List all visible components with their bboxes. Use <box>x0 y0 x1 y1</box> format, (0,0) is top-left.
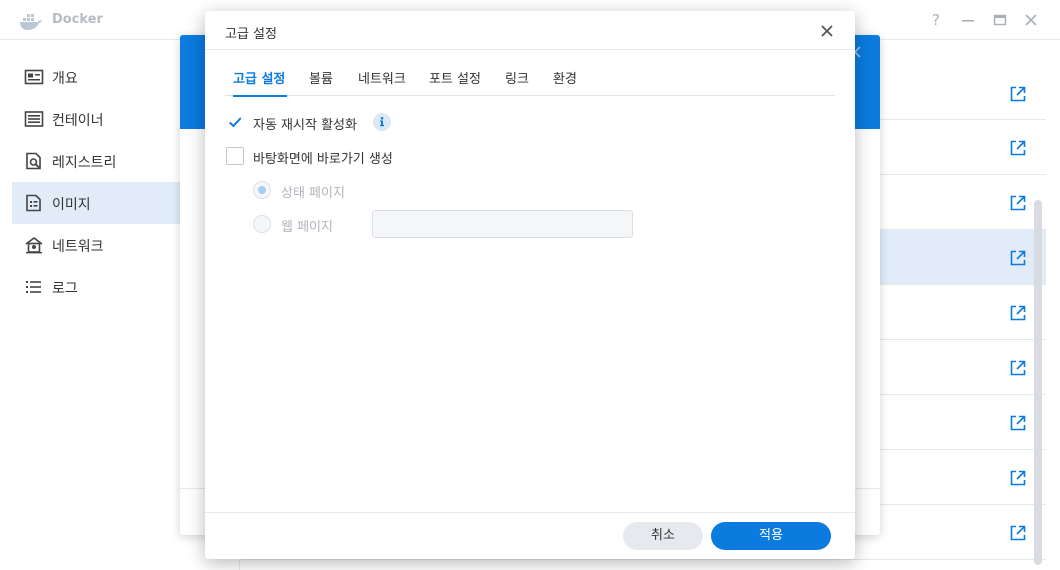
apply-button[interactable]: 적용 <box>711 522 831 550</box>
close-icon[interactable] <box>1021 10 1041 30</box>
help-icon[interactable]: ? <box>926 10 946 30</box>
auto-restart-label: 자동 재시작 활성화 <box>253 118 357 133</box>
sidebar-item-label: 로그 <box>52 281 78 297</box>
app-title: Docker <box>52 12 103 27</box>
tab-environment[interactable]: 환경 <box>553 68 577 96</box>
web-page-url-input[interactable] <box>372 210 633 238</box>
tab-port-settings[interactable]: 포트 설정 <box>429 68 481 96</box>
tab-volume[interactable]: 볼륨 <box>309 68 333 96</box>
external-link-icon[interactable] <box>1009 469 1027 487</box>
registry-icon <box>26 152 41 170</box>
list-scrollbar[interactable] <box>1034 200 1042 565</box>
dialog-title-divider <box>205 49 855 50</box>
dialog-title: 고급 설정 <box>225 27 277 42</box>
external-link-icon[interactable] <box>1009 139 1027 157</box>
external-link-icon[interactable] <box>1009 85 1027 103</box>
external-link-icon[interactable] <box>1009 249 1027 267</box>
overview-icon <box>24 69 44 85</box>
sidebar-item-label: 개요 <box>52 71 78 87</box>
container-icon <box>24 111 44 127</box>
external-link-icon[interactable] <box>1009 414 1027 432</box>
tab-label: 고급 설정 <box>233 72 286 87</box>
external-link-icon[interactable] <box>1009 304 1027 322</box>
auto-restart-checkbox[interactable] <box>226 113 244 131</box>
status-page-radio[interactable] <box>253 181 271 199</box>
external-link-icon[interactable] <box>1009 359 1027 377</box>
tab-links[interactable]: 링크 <box>505 68 529 96</box>
sidebar-item-label: 네트워크 <box>52 239 104 255</box>
cancel-button[interactable]: 취소 <box>623 522 703 550</box>
active-tab-indicator <box>233 95 287 97</box>
tab-label: 볼륨 <box>309 72 333 87</box>
dialog-footer-divider <box>205 512 855 513</box>
tab-advanced-settings[interactable]: 고급 설정 <box>233 68 287 97</box>
external-link-icon[interactable] <box>1009 524 1027 542</box>
dialog-close-icon[interactable] <box>817 21 837 41</box>
network-icon <box>25 237 43 254</box>
sidebar-item-label: 이미지 <box>52 197 91 213</box>
maximize-icon[interactable] <box>990 10 1010 30</box>
status-page-label: 상태 페이지 <box>281 186 345 201</box>
image-icon <box>26 194 41 212</box>
tab-label: 포트 설정 <box>429 72 481 87</box>
sidebar-item-label: 컨테이너 <box>52 113 104 129</box>
web-page-label: 웹 페이지 <box>281 220 333 235</box>
log-icon <box>26 281 41 293</box>
radio-selected-dot <box>258 186 266 194</box>
desktop-shortcut-label: 바탕화면에 바로가기 생성 <box>253 152 393 167</box>
tab-network[interactable]: 네트워크 <box>358 68 406 96</box>
tab-label: 링크 <box>505 72 529 87</box>
advanced-settings-dialog: 고급 설정 고급 설정 볼륨 네트워크 포트 설정 링크 환경 자동 재시작 활… <box>205 11 855 559</box>
tab-label: 환경 <box>553 72 577 87</box>
external-link-icon[interactable] <box>1009 194 1027 212</box>
desktop-shortcut-checkbox[interactable] <box>226 147 244 165</box>
info-icon[interactable] <box>373 113 391 131</box>
docker-logo-icon <box>20 14 42 30</box>
sidebar-item-label: 레지스트리 <box>52 155 117 171</box>
web-page-radio[interactable] <box>253 215 271 233</box>
minimize-icon[interactable] <box>958 10 978 30</box>
tab-bar: 고급 설정 볼륨 네트워크 포트 설정 링크 환경 <box>225 68 835 97</box>
tab-label: 네트워크 <box>358 72 406 87</box>
